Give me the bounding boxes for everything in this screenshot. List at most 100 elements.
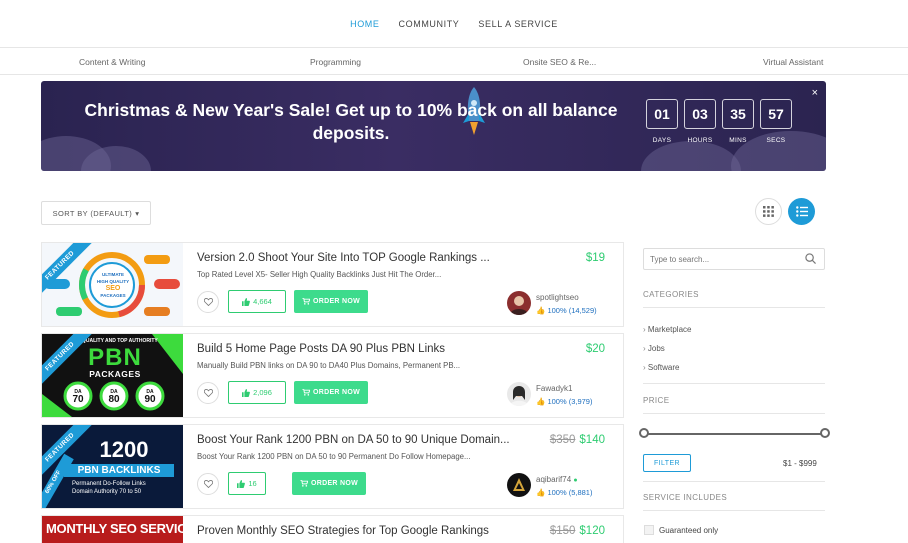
list-icon <box>795 206 808 217</box>
sidebar-category-jobs[interactable]: Jobs <box>643 344 665 353</box>
seller-avatar[interactable] <box>507 382 531 406</box>
listing-price: $150 $120 <box>550 525 605 537</box>
nav-sell-service-link[interactable]: SELL A SERVICE <box>478 19 557 29</box>
listing-thumbnail[interactable]: 1200 PBN BACKLINKS Permanent Do-Follow L… <box>42 425 183 508</box>
thumb-da-badge: DA 70 <box>65 388 91 405</box>
thumbs-up-icon <box>242 388 250 397</box>
online-dot-icon: ● <box>573 477 578 484</box>
sort-label: SORT BY (DEFAULT) <box>52 208 133 218</box>
thumbnail-caption: ULTIMATE HIGH QUALITY SEO PACKAGES <box>94 271 132 299</box>
search-input[interactable] <box>644 249 794 270</box>
thumb-line: PBN <box>88 344 142 371</box>
promo-banner: Christmas & New Year's Sale! Get up to 1… <box>41 81 826 171</box>
sidebar-category-software[interactable]: Software <box>643 363 680 372</box>
listing-price-old: $350 <box>549 434 576 446</box>
seller-rating-value: 100% (5,881) <box>547 488 593 497</box>
listing-thumbnail[interactable]: ULTIMATE HIGH QUALITY SEO PACKAGES FEATU… <box>42 243 183 326</box>
divider <box>643 307 825 308</box>
sort-dropdown[interactable]: SORT BY (DEFAULT) ▾ <box>41 201 151 225</box>
countdown-hours-label: HOURS <box>687 137 713 144</box>
thumb-line: PACKAGES <box>100 293 126 298</box>
order-now-button[interactable]: ORDER NOW <box>294 290 368 313</box>
listing-card[interactable]: QUALITY AND TOP AUTHORITY PBN PACKAGES D… <box>41 333 624 418</box>
listing-price-value: $20 <box>585 343 605 355</box>
listing-title[interactable]: Version 2.0 Shoot Your Site Into TOP Goo… <box>197 252 490 264</box>
likes-button[interactable]: 4,664 <box>228 290 286 313</box>
listing-title[interactable]: Build 5 Home Page Posts DA 90 Plus PBN L… <box>197 343 445 355</box>
top-nav: HOME COMMUNITY SELL A SERVICE <box>0 0 908 48</box>
close-icon[interactable]: × <box>812 87 818 99</box>
listing-card[interactable]: 1200 PBN BACKLINKS Permanent Do-Follow L… <box>41 424 624 509</box>
listing-title[interactable]: Boost Your Rank 1200 PBN on DA 50 to 90 … <box>197 434 510 446</box>
guaranteed-checkbox[interactable] <box>644 525 654 535</box>
seller-avatar[interactable] <box>507 291 531 315</box>
countdown-hours-value: 03 <box>684 99 716 129</box>
seller-name[interactable]: aqibarif74 ● <box>536 475 578 484</box>
category-link-programming[interactable]: Programming <box>310 57 361 67</box>
sidebar-category-marketplace[interactable]: Marketplace <box>643 325 692 334</box>
search-icon[interactable] <box>805 253 816 264</box>
listing-title[interactable]: Proven Monthly SEO Strategies for Top Go… <box>197 525 489 537</box>
price-slider-max-handle[interactable] <box>820 428 830 438</box>
order-now-button[interactable]: ORDER NOW <box>294 381 368 404</box>
countdown-secs-label: SECS <box>766 137 786 144</box>
cart-icon <box>302 298 310 305</box>
seller-name[interactable]: spotlightseo <box>536 293 579 302</box>
thumb-line: PACKAGES <box>89 369 141 379</box>
category-link-virtual-assistant[interactable]: Virtual Assistant <box>763 57 823 67</box>
favorite-button[interactable] <box>197 291 219 313</box>
thumb-line: ULTIMATE <box>101 272 125 277</box>
seller-name[interactable]: Fawadyk1 <box>536 384 572 393</box>
thumb-da-badge: DA 90 <box>137 388 163 405</box>
listing-description: Top Rated Level X5- Seller High Quality … <box>197 270 442 279</box>
nav-home-link[interactable]: HOME <box>350 19 379 29</box>
favorite-button[interactable] <box>197 473 219 495</box>
listing-description: Manually Build PBN links on DA 90 to DA4… <box>197 361 461 370</box>
countdown-days: 01 DAYS <box>646 99 678 144</box>
countdown-days-label: DAYS <box>652 137 672 144</box>
likes-count: 16 <box>248 479 257 488</box>
likes-count: 2,096 <box>253 388 272 397</box>
price-heading: PRICE <box>643 396 670 405</box>
grid-view-button[interactable] <box>755 198 782 225</box>
grid-icon <box>763 206 774 217</box>
thumbs-up-icon <box>237 479 246 488</box>
listing-thumbnail[interactable]: QUALITY AND TOP AUTHORITY PBN PACKAGES D… <box>42 334 183 417</box>
cart-icon <box>300 480 308 487</box>
listing-card[interactable]: MONTHLY SEO SERVICE Proven Monthly SEO S… <box>41 515 624 543</box>
listing-price-value: $19 <box>585 252 605 264</box>
listing-price-value: $140 <box>579 434 605 446</box>
nav-community-link[interactable]: COMMUNITY <box>399 19 460 29</box>
thumb-line: SEO <box>105 285 121 292</box>
cart-icon <box>302 389 310 396</box>
listing-price: $20 <box>586 343 605 355</box>
thumb-da-badge: DA 80 <box>101 388 127 405</box>
thumb-line: 70 <box>72 394 84 405</box>
order-label: ORDER NOW <box>312 389 361 396</box>
seller-rating-value: 100% (3,979) <box>547 397 593 406</box>
likes-button[interactable]: 16 <box>228 472 266 495</box>
heart-icon <box>203 298 213 306</box>
listing-card[interactable]: ULTIMATE HIGH QUALITY SEO PACKAGES FEATU… <box>41 242 624 327</box>
filter-button[interactable]: FILTER <box>643 454 691 472</box>
list-view-button[interactable] <box>788 198 815 225</box>
category-link-onsite-seo[interactable]: Onsite SEO & Re... <box>523 57 596 67</box>
guaranteed-label: Guaranteed only <box>659 526 719 535</box>
thumbs-up-icon: 👍 <box>536 306 546 315</box>
cloud-decoration <box>641 141 741 171</box>
order-now-button[interactable]: ORDER NOW <box>292 472 366 495</box>
price-slider-min-handle[interactable] <box>639 428 649 438</box>
likes-button[interactable]: 2,096 <box>228 381 286 404</box>
seller-avatar[interactable] <box>507 473 531 497</box>
listing-thumbnail[interactable]: MONTHLY SEO SERVICE <box>42 516 183 543</box>
thumb-line: HIGH QUALITY <box>96 279 130 284</box>
favorite-button[interactable] <box>197 382 219 404</box>
categories-heading: CATEGORIES <box>643 290 699 299</box>
countdown-secs: 57 SECS <box>760 99 792 144</box>
category-link-content-writing[interactable]: Content & Writing <box>79 57 145 67</box>
listing-price-value: $120 <box>579 525 605 537</box>
price-slider-track[interactable] <box>647 433 823 435</box>
seller-rating-value: 100% (14,529) <box>547 306 597 315</box>
thumb-line: Domain Authority 70 to 50 <box>72 489 142 495</box>
thumb-line: Permanent Do-Follow Links <box>72 481 146 487</box>
